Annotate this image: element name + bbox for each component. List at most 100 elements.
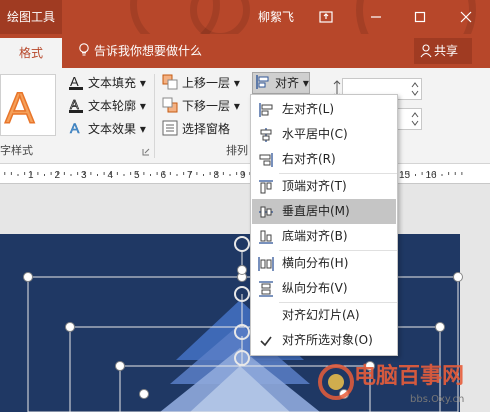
ribbon-display-icon — [319, 11, 333, 23]
menu-item-label: 垂直居中(M) — [282, 204, 350, 218]
watermark-url: bbs.Oxy.cn — [410, 394, 465, 405]
title-bar: 绘图工具 柳絮飞 — [0, 0, 490, 34]
align-center-icon — [260, 128, 272, 142]
tab-format[interactable]: 格式 — [0, 38, 62, 68]
text-outline-icon: A — [69, 97, 83, 113]
menu-item-label: 纵向分布(V) — [282, 281, 348, 295]
ribbon: A A 文本填充 ▾ A 文本轮廓 ▾ A 文本效果 ▾ 字样式 上移一层 ▾ 下移一… — [0, 68, 490, 164]
selection-pane-label: 选择窗格 — [182, 122, 231, 136]
dialog-launcher-icon[interactable] — [142, 148, 150, 156]
title-decoration — [190, 0, 250, 34]
menu-item-label: 对齐所选对象(O) — [282, 333, 373, 347]
text-effects-button[interactable]: A 文本效果 ▾ — [68, 118, 146, 140]
bring-forward-icon — [162, 74, 178, 90]
minimize-button[interactable] — [356, 0, 396, 34]
spin-arrows-icon[interactable] — [411, 111, 419, 127]
minimize-icon — [371, 16, 381, 18]
share-button[interactable]: 共享 — [414, 38, 472, 64]
align-right-icon — [259, 153, 273, 167]
text-outline-label: 文本轮廓 — [88, 99, 137, 113]
menu-item-align-selected-objects[interactable]: 对齐所选对象(O) — [252, 328, 396, 353]
menu-item-label: 对齐幻灯片(A) — [282, 308, 360, 322]
align-top-icon — [259, 180, 273, 194]
bring-forward-label: 上移一层 — [182, 76, 231, 90]
text-fill-label: 文本填充 — [88, 76, 137, 90]
ruler-label: 7 — [187, 170, 193, 181]
tab-row: 格式 告诉我你想要做什么 共享 — [0, 34, 490, 68]
ruler-label: 2 — [55, 170, 61, 181]
svg-text:A: A — [70, 120, 80, 136]
ribbon-display-options-button[interactable] — [306, 0, 346, 34]
close-icon — [460, 11, 472, 23]
text-outline-button[interactable]: A 文本轮廓 ▾ — [68, 95, 146, 117]
bring-forward-button[interactable]: 上移一层 ▾ — [162, 72, 240, 94]
menu-item-label: 顶端对齐(T) — [282, 179, 347, 193]
align-dropdown-menu: 左对齐(L) 水平居中(C) 右对齐(R) 顶端对齐(T) 垂直居中(M) 底端… — [250, 94, 398, 356]
user-name: 柳絮飞 — [258, 10, 295, 24]
menu-item-label: 水平居中(C) — [282, 127, 348, 141]
horizontal-ruler: 12345678910111213141516 — [0, 164, 490, 184]
selection-pane-button[interactable]: 选择窗格 — [162, 118, 230, 140]
ruler-scale: 12345678910111213141516 — [4, 170, 463, 181]
person-icon — [420, 44, 432, 58]
menu-item-align-center[interactable]: 水平居中(C) — [252, 122, 396, 147]
svg-text:A: A — [70, 74, 79, 89]
group-separator — [154, 74, 155, 158]
ruler-label: 5 — [134, 170, 140, 181]
menu-item-align-to-slide[interactable]: 对齐幻灯片(A) — [252, 303, 396, 328]
svg-text:A: A — [70, 97, 79, 112]
checkmark-icon — [260, 336, 272, 347]
arrange-group-label: 排列 — [226, 144, 248, 157]
distribute-horizontal-icon — [258, 257, 274, 271]
svg-text:A: A — [5, 84, 35, 133]
lightbulb-icon — [79, 43, 89, 56]
align-label: 对齐 — [275, 76, 300, 90]
align-icon — [256, 75, 269, 89]
ruler-label: 16 — [426, 170, 438, 181]
spin-arrows-icon[interactable] — [411, 81, 419, 97]
watermark-name: 电脑百事网 — [354, 364, 465, 389]
ruler-label: 8 — [214, 170, 220, 181]
text-fill-button[interactable]: A 文本填充 ▾ — [68, 72, 146, 94]
watermark-logo: 电脑百事网 bbs.Oxy.cn — [312, 356, 490, 412]
menu-item-align-left[interactable]: 左对齐(L) — [252, 97, 396, 122]
text-effects-icon: A — [70, 120, 81, 136]
menu-item-distribute-vertically[interactable]: 纵向分布(V) — [252, 276, 396, 301]
send-backward-label: 下移一层 — [182, 99, 231, 113]
text-fill-icon: A — [69, 74, 83, 90]
maximize-icon — [414, 11, 426, 23]
tell-me-search[interactable]: 告诉我你想要做什么 — [78, 34, 202, 68]
menu-item-label: 右对齐(R) — [282, 152, 336, 166]
send-backward-button[interactable]: 下移一层 ▾ — [162, 95, 240, 117]
menu-item-label: 横向分布(H) — [282, 256, 349, 270]
wordart-group-label: 字样式 — [0, 144, 33, 157]
menu-item-label: 左对齐(L) — [282, 102, 335, 116]
maximize-button[interactable] — [400, 0, 440, 34]
menu-item-align-top[interactable]: 顶端对齐(T) — [252, 174, 396, 199]
align-button[interactable]: 对齐 ▾ — [252, 72, 310, 94]
menu-item-label: 底端对齐(B) — [282, 229, 348, 243]
contextual-tab-drawing-tools: 绘图工具 — [0, 0, 62, 34]
ruler-label: 9 — [240, 170, 246, 181]
selection-pane-icon — [162, 120, 178, 136]
send-backward-icon — [162, 97, 178, 113]
menu-item-distribute-horizontally[interactable]: 横向分布(H) — [252, 251, 396, 276]
ruler-label: 6 — [161, 170, 167, 181]
distribute-vertical-icon — [259, 281, 273, 297]
ruler-label: 3 — [81, 170, 87, 181]
menu-item-align-bottom[interactable]: 底端对齐(B) — [252, 224, 396, 249]
gallery-scrollbar[interactable] — [57, 74, 63, 136]
text-effects-label: 文本效果 — [88, 122, 137, 136]
close-button[interactable] — [446, 0, 486, 34]
menu-item-align-right[interactable]: 右对齐(R) — [252, 147, 396, 172]
share-label: 共享 — [434, 44, 459, 58]
ruler-label: 4 — [108, 170, 114, 181]
tell-me-label: 告诉我你想要做什么 — [94, 44, 203, 58]
align-bottom-icon — [259, 230, 273, 244]
align-middle-icon — [259, 206, 273, 218]
wordart-style-gallery[interactable]: A — [0, 74, 56, 136]
ruler-label: 1 — [28, 170, 34, 181]
menu-item-align-middle[interactable]: 垂直居中(M) — [252, 199, 396, 224]
align-left-icon — [259, 103, 273, 117]
wordart-a-icon: A — [4, 83, 36, 134]
